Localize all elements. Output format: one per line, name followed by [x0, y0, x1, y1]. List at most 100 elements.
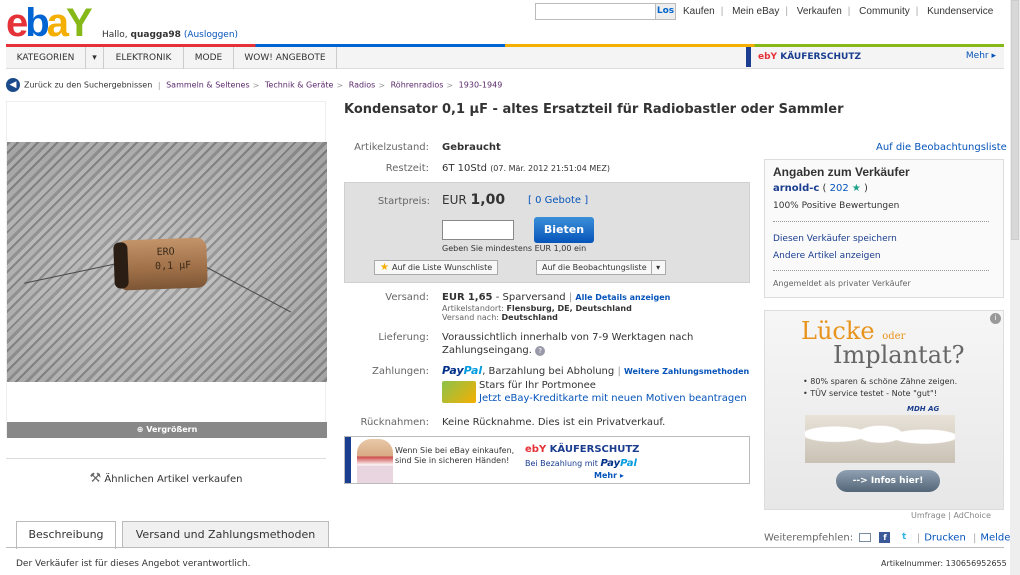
top-link-kundenservice[interactable]: Kundenservice — [927, 6, 993, 17]
chevron-down-icon[interactable]: ▾ — [650, 261, 665, 274]
zoom-button[interactable]: ⊕ Vergrößern — [7, 422, 327, 438]
delivery-line1: Voraussichtlich innerhalb von 7-9 Werkta… — [442, 332, 694, 343]
logout-link[interactable]: (Ausloggen) — [184, 30, 238, 40]
breadcrumb-item[interactable]: 1930-1949 — [459, 81, 503, 90]
bids-link[interactable]: [ 0 Gebote ] — [528, 195, 588, 206]
nav-kategorien[interactable]: KATEGORIEN — [6, 47, 86, 69]
nav-wow-angebote[interactable]: WOW! ANGEBOTE — [234, 47, 337, 69]
kaeuferschutz-bar — [746, 47, 751, 67]
kaeuferschutz-link[interactable]: ebY KÄUFERSCHUTZ — [746, 47, 876, 69]
top-link-verkaufen[interactable]: Verkaufen — [797, 6, 842, 17]
delivery-label: Lieferung: — [378, 332, 429, 343]
buyer-protection-banner[interactable]: Wenn Sie bei eBay einkaufen, sind Sie in… — [344, 436, 750, 484]
advertisement[interactable]: i Lücke oder Implantat? • 80% sparen & s… — [764, 310, 1004, 510]
paypal-logo-part2: Pal — [463, 364, 483, 377]
condition-value: Gebraucht — [442, 142, 501, 153]
tab-shipping-payment[interactable]: Versand und Zahlungsmethoden — [122, 521, 329, 548]
paypal-logo-part1: Pay — [442, 364, 464, 377]
condition-label: Artikelzustand: — [354, 142, 429, 153]
save-seller-link[interactable]: Diesen Verkäufer speichern — [773, 234, 897, 244]
capacitor-label-2: 0,1 µF — [154, 259, 192, 273]
banner-sub: Bei Bezahlung mit PayPal — [525, 458, 637, 469]
remaining-time: 6T 10Std (07. Mär. 2012 21:51:04 MEZ) — [442, 163, 610, 174]
banner-more-link[interactable]: Mehr ▸ — [594, 471, 624, 480]
breadcrumb-item[interactable]: Technik & Geräte — [265, 81, 334, 90]
paypal-logo-part2: Pal — [620, 458, 637, 469]
remaining-date: (07. Mär. 2012 21:51:04 MEZ) — [490, 164, 610, 173]
sell-similar-link[interactable]: ⚒ Ähnlichen Artikel verkaufen — [6, 458, 326, 496]
chevron-down-icon[interactable]: ▾ — [86, 47, 104, 69]
top-link-mein-ebay[interactable]: Mein eBay — [732, 6, 779, 17]
wishlist-button[interactable]: ★ Auf die Liste Wunschliste — [374, 260, 499, 275]
ad-survey-link[interactable]: Umfrage — [911, 511, 946, 520]
paypal-logo-part1: Pay — [600, 458, 621, 469]
sell-similar-label: Ähnlichen Artikel verkaufen — [104, 474, 243, 485]
info-icon[interactable]: i — [990, 313, 1001, 324]
watchlist-button[interactable]: Auf die Beobachtungsliste ▾ — [536, 260, 666, 275]
top-link-kaufen[interactable]: Kaufen — [683, 6, 715, 17]
search-button[interactable]: Los — [655, 4, 675, 19]
breadcrumb: ◀ Zurück zu den Suchergebnissen | Sammeln… — [6, 78, 502, 92]
top-links: Kaufen | Mein eBay | Verkaufen | Community |… — [683, 6, 994, 17]
item-photo[interactable]: ERO 0,1 µF — [7, 142, 327, 382]
location-value: Flensburg, DE, Deutschland — [506, 304, 632, 313]
watch-link[interactable]: Auf die Beobachtungsliste — [876, 142, 1007, 153]
shipping-details-link[interactable]: Alle Details anzeigen — [575, 293, 670, 302]
other-items-link[interactable]: Andere Artikel anzeigen — [773, 251, 881, 261]
print-link[interactable]: Drucken — [924, 533, 966, 544]
greeting: Hallo, quagga98 (Ausloggen) — [102, 30, 238, 40]
scrollbar[interactable] — [1010, 0, 1020, 575]
nav-elektronik[interactable]: ELEKTRONIK — [104, 47, 184, 69]
breadcrumb-item[interactable]: Sammeln & Seltenes — [166, 81, 250, 90]
back-link[interactable]: Zurück zu den Suchergebnissen — [24, 81, 152, 90]
payment-label: Zahlungen: — [372, 366, 429, 377]
ship-to-value: Deutschland — [501, 313, 558, 322]
shipping-label: Versand: — [385, 292, 429, 303]
breadcrumb-item[interactable]: Radios — [349, 81, 376, 90]
gavel-icon: ⚒ — [89, 471, 102, 486]
nav-more-link[interactable]: Mehr ▸ — [966, 51, 996, 61]
ad-choice-link[interactable]: AdChoice — [953, 511, 991, 520]
back-arrow-icon[interactable]: ◀ — [6, 78, 20, 92]
bid-box: Startpreis: EUR 1,00 [ 0 Gebote ] Bieten… — [344, 182, 750, 283]
remaining-value: 6T 10Std — [442, 163, 487, 174]
facebook-icon[interactable]: f — [879, 532, 891, 543]
nav-mode[interactable]: MODE — [184, 47, 234, 69]
seller-note: Angemeldet als privater Verkäufer — [773, 279, 911, 288]
stars-line: Stars für Ihr Portmonee — [479, 380, 596, 391]
divider — [773, 221, 989, 222]
logo-letter-e: e — [6, 1, 28, 45]
email-icon[interactable] — [859, 533, 872, 542]
more-payment-link[interactable]: Weitere Zahlungsmethoden — [624, 367, 749, 376]
banner-ebay-logo: ebY — [525, 444, 547, 455]
share-label: Weiterempfehlen: — [764, 532, 854, 544]
breadcrumb-item[interactable]: Röhrenradios — [391, 81, 444, 90]
item-number: Artikelnummer: 130656952655 — [881, 559, 1007, 568]
kaeuferschutz-text: KÄUFERSCHUTZ — [780, 52, 862, 62]
ad-bullet-2: • TÜV service testet - Note "gut"! — [803, 389, 937, 398]
kaeuferschutz-logo: ebY — [758, 52, 778, 62]
seller-score[interactable]: 202 — [830, 183, 849, 194]
tab-description[interactable]: Beschreibung — [16, 521, 116, 549]
search-input[interactable]: Los — [535, 3, 676, 20]
help-icon[interactable]: ? — [535, 346, 546, 356]
greeting-prefix: Hallo, — [102, 30, 128, 40]
top-link-community[interactable]: Community — [859, 6, 910, 17]
seller-name[interactable]: arnold-c — [773, 183, 819, 194]
start-price-value: 1,00 — [470, 192, 506, 208]
username: quagga98 — [130, 30, 181, 40]
ad-headline-2: Implantat? — [833, 341, 965, 369]
delivery-line2: Zahlungseingang. ? — [442, 345, 546, 356]
scrollbar-thumb[interactable] — [1011, 0, 1019, 240]
ad-info-button[interactable]: --> Infos hier! — [836, 470, 940, 492]
twitter-icon[interactable]: t — [899, 532, 910, 543]
ad-bullet-1: • 80% sparen & schöne Zähne zeigen. — [803, 377, 958, 386]
ebay-logo[interactable]: ebaY — [6, 1, 93, 45]
bid-button[interactable]: Bieten — [534, 217, 594, 243]
seller-responsibility-note: Der Verkäufer ist für dieses Angebot ver… — [16, 559, 251, 569]
credit-card-link[interactable]: Jetzt eBay-Kreditkarte mit neuen Motiven… — [479, 393, 747, 404]
start-price-label: Startpreis: — [377, 196, 430, 207]
start-price: EUR 1,00 — [442, 192, 505, 208]
bid-amount-input[interactable] — [442, 220, 514, 240]
paypal-logo: PayPal — [442, 364, 482, 377]
